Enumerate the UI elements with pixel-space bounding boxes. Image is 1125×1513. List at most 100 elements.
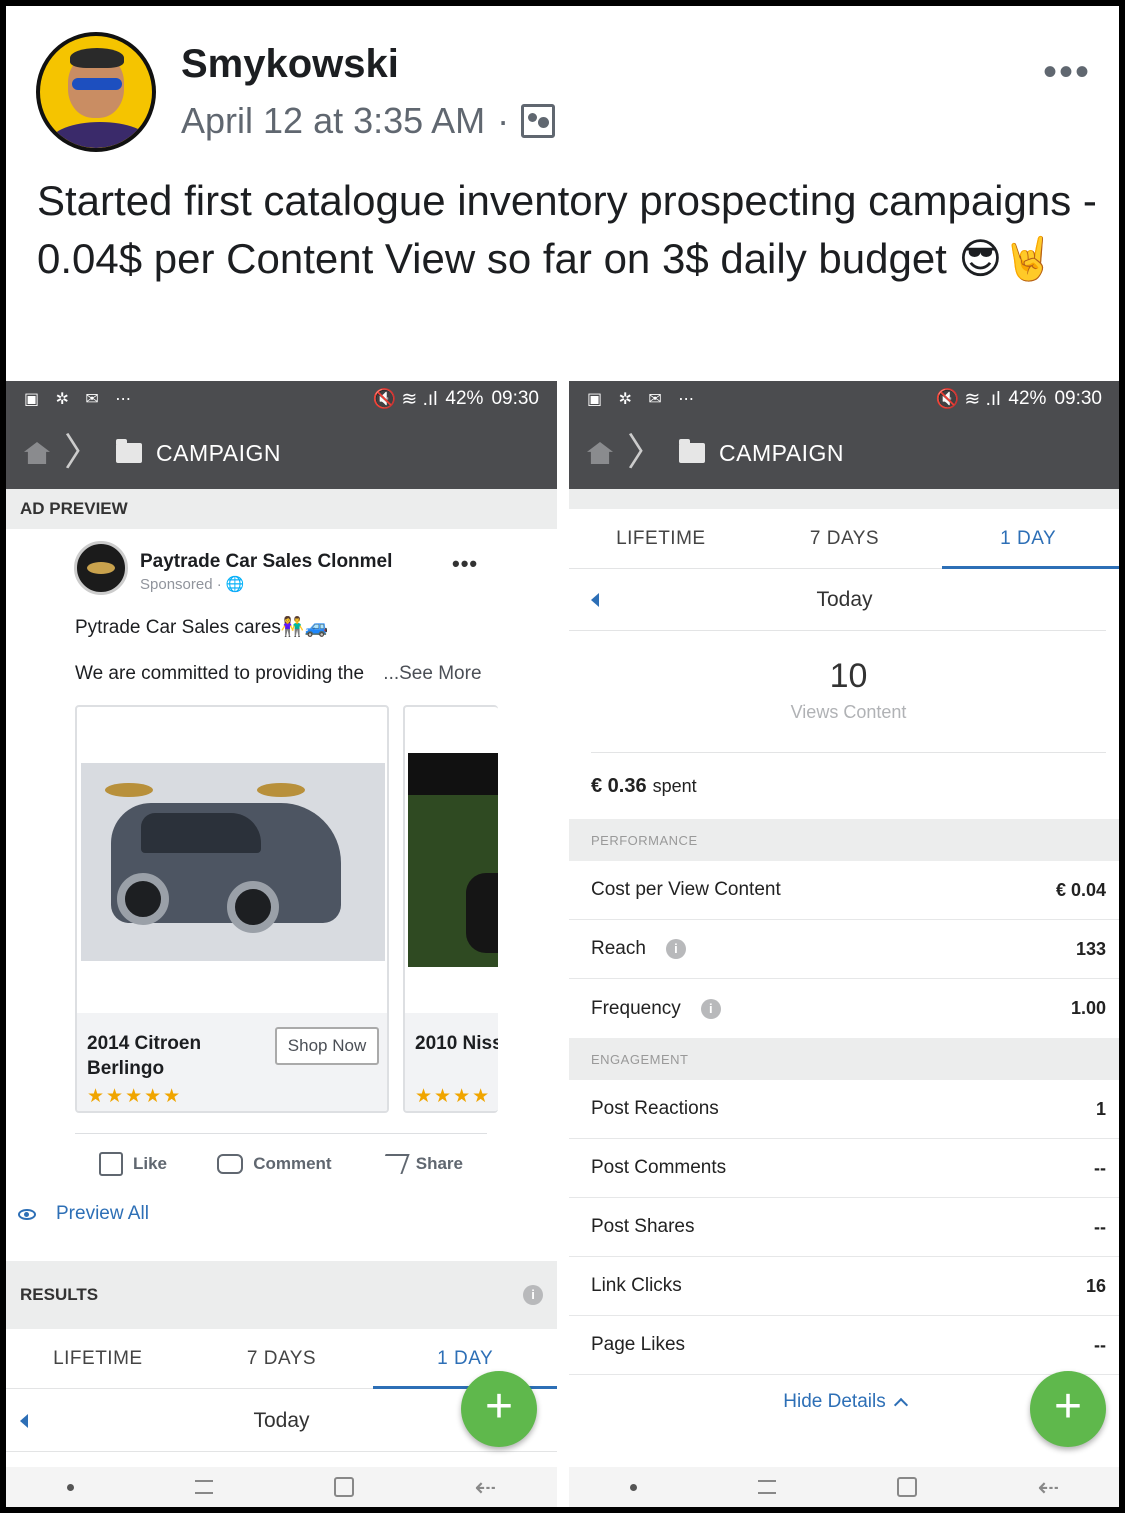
- amount-spent: € 0.36 spent: [569, 753, 1119, 819]
- stat-value: € 0.04: [1055, 879, 1106, 900]
- post-body-text: Started first catalogue inventory prospe…: [37, 177, 1097, 282]
- avatar-shirt: [50, 122, 150, 148]
- status-bar: ▣ ✲ ✉ ⋯ 🔇 ≋ .ıl 42% 09:30: [569, 381, 1119, 417]
- page-title: CAMPAIGN: [156, 439, 281, 466]
- tab-7-days[interactable]: 7 DAYS: [753, 528, 937, 550]
- chevron-up-icon: [893, 1397, 908, 1413]
- stat-row-post-shares: Post Shares --: [569, 1198, 1119, 1257]
- rating-stars: ★★★★★: [87, 1086, 183, 1107]
- home-button-icon[interactable]: [896, 1477, 917, 1497]
- page-title: CAMPAIGN: [719, 439, 844, 466]
- ad-headline-text: Pytrade Car Sales cares👫🚙: [75, 617, 329, 638]
- headline-metric: 10 Views Content: [591, 631, 1106, 753]
- spent-amount: € 0.36: [591, 774, 647, 797]
- battery-level: 42%: [445, 388, 484, 409]
- car-wheel-shape: [117, 873, 169, 925]
- post-timestamp[interactable]: April 12 at 3:35 AM: [181, 100, 485, 142]
- stat-row-link-clicks: Link Clicks 16: [569, 1257, 1119, 1316]
- info-icon[interactable]: i: [523, 1285, 543, 1305]
- recent-apps-icon[interactable]: [194, 1480, 213, 1494]
- card-footer: 2014 Citroen Berlingo ★★★★★ Shop Now: [77, 1013, 387, 1111]
- recent-apps-icon[interactable]: [757, 1480, 776, 1494]
- carousel-card[interactable]: 2014 Citroen Berlingo ★★★★★ Shop Now: [75, 705, 389, 1113]
- nav-dot-icon: [629, 1483, 637, 1491]
- like-label: Like: [133, 1153, 168, 1173]
- tab-lifetime[interactable]: LIFETIME: [569, 528, 753, 550]
- share-arrow-icon: [378, 1153, 410, 1174]
- stat-label: Page Likes: [591, 1334, 686, 1355]
- stat-value: 16: [1085, 1275, 1106, 1296]
- stat-label: Cost per View Content: [591, 879, 781, 900]
- previous-date-arrow-icon[interactable]: [20, 1413, 28, 1428]
- like-button[interactable]: Like: [99, 1151, 168, 1176]
- headline-value: 10: [829, 657, 868, 695]
- stat-value: --: [1094, 1157, 1106, 1178]
- hide-details-label: Hide Details: [783, 1391, 886, 1412]
- shop-now-button[interactable]: Shop Now: [275, 1027, 379, 1065]
- info-icon[interactable]: i: [700, 998, 721, 1019]
- back-arrow-icon[interactable]: ⇠: [1038, 1472, 1060, 1503]
- stat-label: Post Comments: [591, 1157, 727, 1178]
- comment-button[interactable]: Comment: [217, 1153, 332, 1174]
- tab-1-day[interactable]: 1 DAY: [373, 1348, 557, 1370]
- comment-label: Comment: [253, 1153, 332, 1173]
- logo-wing-shape: [257, 783, 305, 797]
- stat-row-post-reactions: Post Reactions 1: [569, 1080, 1119, 1139]
- back-arrow-icon[interactable]: ⇠: [475, 1472, 497, 1503]
- stat-label: Reach: [591, 938, 646, 959]
- author-avatar[interactable]: [36, 32, 156, 152]
- share-button[interactable]: Share: [378, 1153, 463, 1174]
- logo-wing-shape: [105, 783, 153, 797]
- previous-date-arrow-icon[interactable]: [591, 592, 599, 607]
- preview-all-link[interactable]: Preview All: [18, 1203, 149, 1225]
- avatar-hair: [70, 48, 124, 68]
- eye-icon: [18, 1208, 36, 1220]
- ad-more-button[interactable]: •••: [452, 551, 478, 577]
- engagement-header: ENGAGEMENT: [569, 1038, 1119, 1080]
- status-notification-icons: ▣ ✲ ✉ ⋯: [24, 391, 138, 408]
- tab-7-days[interactable]: 7 DAYS: [190, 1348, 374, 1370]
- nav-dot-icon: [66, 1483, 74, 1491]
- add-fab-button[interactable]: +: [461, 1371, 537, 1447]
- card-footer: 2010 Nissan ★★★★: [405, 1013, 498, 1111]
- tab-lifetime[interactable]: LIFETIME: [6, 1348, 190, 1370]
- preview-all-label: Preview All: [56, 1203, 149, 1224]
- rating-stars: ★★★★: [415, 1086, 492, 1107]
- info-icon[interactable]: i: [665, 939, 686, 959]
- breadcrumb-chevron-icon: 〉: [627, 432, 666, 474]
- add-fab-button[interactable]: +: [1030, 1371, 1106, 1447]
- stat-row-post-comments: Post Comments --: [569, 1139, 1119, 1198]
- stat-value: 1.00: [1070, 998, 1106, 1018]
- folder-icon: [116, 439, 143, 463]
- more-options-button[interactable]: •••: [1043, 52, 1091, 92]
- stat-value: 133: [1075, 938, 1106, 959]
- status-notification-icons: ▣ ✲ ✉ ⋯: [587, 391, 701, 408]
- comment-bubble-icon: [217, 1153, 244, 1174]
- home-icon[interactable]: [587, 442, 613, 464]
- post-meta: April 12 at 3:35 AM ·: [181, 100, 556, 142]
- carousel-card[interactable]: 2010 Nissan ★★★★: [403, 705, 498, 1113]
- stat-label: Frequency: [591, 997, 681, 1019]
- see-more-link[interactable]: ...See More: [383, 663, 481, 684]
- breadcrumb-chevron-icon: 〉: [64, 432, 103, 474]
- home-button-icon[interactable]: [333, 1477, 354, 1497]
- results-header: RESULTS i: [6, 1261, 557, 1329]
- android-nav-bar: ⇠: [6, 1467, 557, 1507]
- author-name[interactable]: Smykowski: [181, 42, 399, 87]
- stat-label: Post Reactions: [591, 1098, 719, 1119]
- battery-level: 42%: [1008, 388, 1047, 409]
- card-title: 2010 Nissan: [415, 1033, 498, 1054]
- stat-label: Post Shares: [591, 1216, 695, 1237]
- app-navbar: 〉 CAMPAIGN: [569, 417, 1119, 489]
- thumbs-up-icon: [99, 1151, 123, 1176]
- share-label: Share: [415, 1153, 463, 1173]
- page-name[interactable]: Paytrade Car Sales Clonmel: [140, 551, 392, 573]
- card-title: 2014 Citroen Berlingo: [87, 1033, 202, 1079]
- stat-label: Link Clicks: [591, 1275, 682, 1296]
- tab-1-day[interactable]: 1 DAY: [936, 528, 1119, 550]
- page-avatar[interactable]: [74, 541, 128, 595]
- home-icon[interactable]: [24, 442, 50, 464]
- car-image: [81, 763, 385, 961]
- scroll-edge: [569, 489, 1119, 509]
- signal-icons: 🔇 ≋ .ıl: [935, 389, 1001, 410]
